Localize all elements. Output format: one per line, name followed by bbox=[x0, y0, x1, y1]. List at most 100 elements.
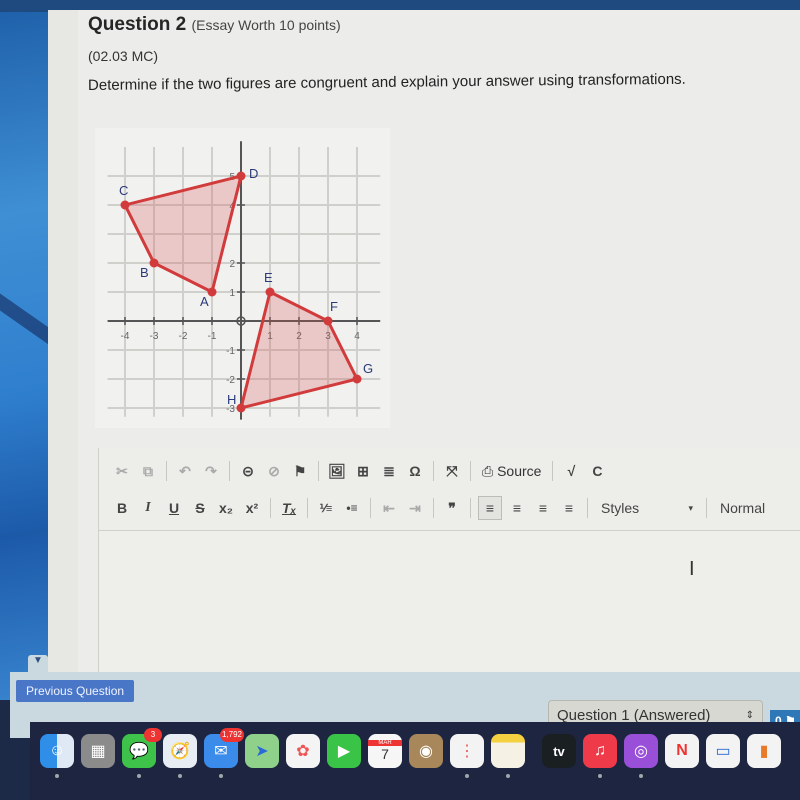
horizontal-line-icon[interactable]: ≣ bbox=[378, 460, 400, 482]
anchor-flag-icon[interactable]: ⚑ bbox=[289, 460, 311, 482]
numbered-list-button[interactable]: ⅟≡ bbox=[315, 497, 337, 519]
polygon-efgh bbox=[238, 289, 360, 411]
vertex-label: D bbox=[249, 166, 258, 181]
bulleted-list-button[interactable]: •≡ bbox=[341, 497, 363, 519]
blockquote-button[interactable]: ❞ bbox=[441, 497, 463, 519]
text-cursor-icon: I bbox=[689, 558, 695, 580]
table-icon[interactable]: ⊞ bbox=[352, 460, 374, 482]
question-select-value: Question 1 (Answered) bbox=[557, 706, 711, 724]
special-character-icon[interactable]: Ω bbox=[404, 460, 426, 482]
finder-icon[interactable]: ☺ bbox=[40, 734, 74, 768]
running-indicator bbox=[465, 774, 469, 778]
toolbar-separator bbox=[270, 498, 271, 518]
undo-icon[interactable]: ↶ bbox=[174, 460, 196, 482]
vertex-label: A bbox=[200, 294, 209, 309]
collapse-toggle[interactable]: ▼ bbox=[28, 655, 48, 673]
vertex-b bbox=[149, 258, 159, 268]
maximize-icon[interactable]: ⤧ bbox=[441, 460, 463, 482]
messages-badge: 3 bbox=[144, 728, 162, 742]
reminders-icon[interactable]: ⋮ bbox=[450, 734, 484, 768]
news-icon[interactable]: N bbox=[665, 734, 699, 768]
x-tick-label: -1 bbox=[208, 331, 217, 342]
subscript-button[interactable]: x₂ bbox=[215, 497, 237, 519]
numbers-icon[interactable]: ▮ bbox=[747, 734, 781, 768]
essay-answer-input[interactable] bbox=[99, 530, 800, 688]
spellcheck-icon[interactable]: C bbox=[586, 460, 608, 482]
photos-icon[interactable]: ✿ bbox=[286, 734, 320, 768]
link-icon[interactable]: ⊝ bbox=[237, 460, 259, 482]
source-button[interactable]: ⎙ Source bbox=[478, 460, 545, 482]
outdent-button[interactable]: ⇤ bbox=[378, 497, 400, 519]
safari-icon[interactable]: 🧭 bbox=[163, 734, 197, 768]
contacts-icon[interactable]: ◉ bbox=[409, 734, 443, 768]
y-tick-label: 1 bbox=[229, 288, 235, 299]
align-center-button[interactable]: ≡ bbox=[506, 497, 528, 519]
toolbar-separator bbox=[166, 461, 167, 481]
toolbar-separator bbox=[433, 461, 434, 481]
vertex-h bbox=[236, 403, 246, 413]
question-points: (Essay Worth 10 points) bbox=[191, 17, 341, 33]
underline-button[interactable]: U bbox=[163, 497, 185, 519]
bold-button[interactable]: B bbox=[111, 497, 133, 519]
vertex-g bbox=[352, 374, 362, 384]
superscript-button[interactable]: x² bbox=[241, 497, 263, 519]
vertex-label: C bbox=[119, 183, 128, 198]
chevron-down-icon: ▼ bbox=[33, 655, 43, 666]
image-icon[interactable]: 🖼 bbox=[326, 460, 348, 482]
styles-dropdown[interactable]: Styles ▾ bbox=[595, 497, 699, 519]
launchpad-icon[interactable]: ▦ bbox=[81, 734, 115, 768]
toolbar-separator bbox=[587, 498, 588, 518]
running-indicator bbox=[506, 774, 510, 778]
indent-button[interactable]: ⇥ bbox=[404, 497, 426, 519]
toolbar-separator bbox=[370, 498, 371, 518]
question-code: (02.03 MC) bbox=[88, 48, 159, 64]
vertex-e bbox=[265, 287, 275, 297]
remove-format-button[interactable]: Tₓ bbox=[278, 497, 300, 519]
toolbar-separator bbox=[552, 461, 554, 481]
toolbar-separator bbox=[470, 498, 471, 518]
vertex-label: H bbox=[227, 392, 236, 407]
music-icon[interactable]: ♫ bbox=[583, 734, 617, 768]
messages-icon[interactable]: 💬 3 bbox=[122, 728, 162, 768]
justify-button[interactable]: ≡ bbox=[558, 497, 580, 519]
source-label: Source bbox=[497, 463, 542, 479]
running-indicator bbox=[178, 774, 182, 778]
format-dropdown[interactable]: Normal bbox=[714, 497, 800, 519]
x-tick-label: -2 bbox=[179, 331, 188, 342]
facetime-icon[interactable]: ▶ bbox=[327, 734, 361, 768]
calendar-day: 7 bbox=[381, 746, 389, 762]
mail-badge: 1,792 bbox=[219, 728, 244, 742]
running-indicator bbox=[137, 774, 141, 778]
rich-text-editor: ✂ ⧉ ↶ ↷ ⊝ ⊘ ⚑ 🖼 ⊞ ≣ Ω ⤧ ⎙ Source √ C B I… bbox=[98, 448, 800, 688]
y-tick-label: 2 bbox=[229, 259, 235, 270]
running-indicator bbox=[55, 774, 59, 778]
previous-question-button[interactable]: Previous Question bbox=[16, 680, 135, 702]
y-tick-label: -2 bbox=[226, 375, 235, 386]
apple-tv-icon[interactable]: tv bbox=[542, 734, 576, 768]
vertex-c bbox=[120, 200, 130, 210]
copy-icon[interactable]: ⧉ bbox=[137, 460, 159, 482]
mail-icon[interactable]: ✉ 1,792 bbox=[204, 728, 244, 768]
redo-icon[interactable]: ↷ bbox=[200, 460, 222, 482]
toolbar-separator bbox=[307, 498, 308, 518]
toolbar-separator bbox=[229, 461, 230, 481]
toolbar-separator bbox=[433, 498, 434, 518]
running-indicator bbox=[639, 774, 643, 778]
cut-icon[interactable]: ✂ bbox=[111, 460, 133, 482]
source-icon: ⎙ bbox=[482, 462, 494, 479]
format-label: Normal bbox=[720, 500, 766, 516]
italic-button[interactable]: I bbox=[137, 497, 159, 519]
maps-icon[interactable]: ➤ bbox=[245, 734, 279, 768]
vertex-d bbox=[236, 171, 246, 181]
keynote-icon[interactable]: ▭ bbox=[706, 734, 740, 768]
podcasts-icon[interactable]: ◎ bbox=[624, 734, 658, 768]
y-tick-label: -1 bbox=[226, 346, 235, 357]
strikethrough-button[interactable]: S bbox=[189, 497, 211, 519]
math-equation-icon[interactable]: √ bbox=[560, 460, 582, 482]
align-left-button[interactable]: ≡ bbox=[478, 496, 502, 520]
unlink-icon[interactable]: ⊘ bbox=[263, 460, 285, 482]
tv-label: tv bbox=[553, 743, 565, 759]
calendar-icon[interactable]: MAR 7 bbox=[368, 734, 402, 768]
notes-icon[interactable] bbox=[491, 734, 525, 768]
align-right-button[interactable]: ≡ bbox=[532, 497, 554, 519]
